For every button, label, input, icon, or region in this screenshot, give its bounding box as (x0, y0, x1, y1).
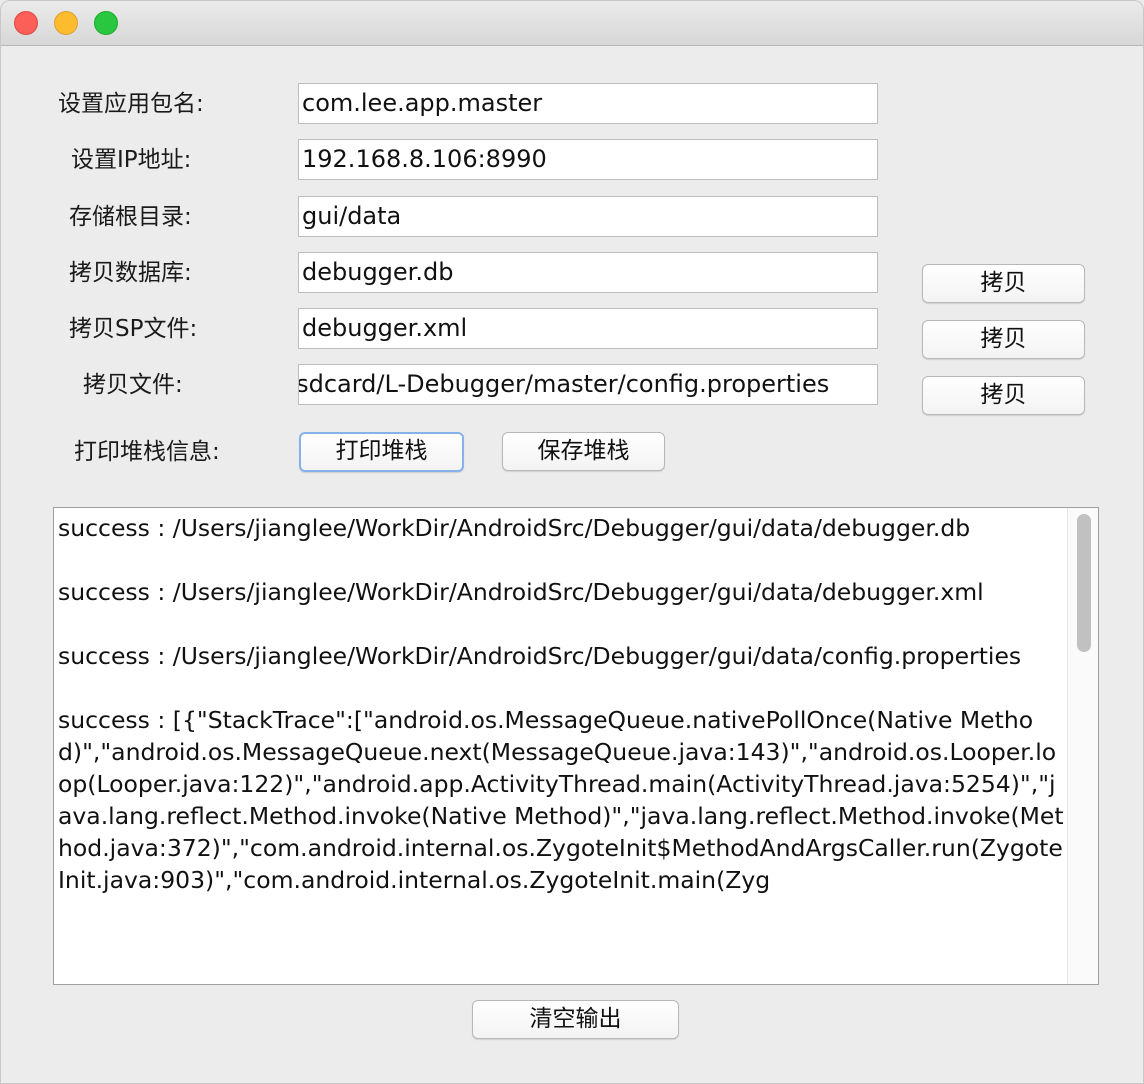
copy-db-button[interactable]: 拷贝 (922, 264, 1085, 303)
copy-db-field[interactable]: debugger.db (298, 252, 878, 293)
copy-file-label: 拷贝文件: (83, 372, 183, 398)
package-name-label: 设置应用包名: (58, 91, 204, 117)
print-stack-button[interactable]: 打印堆栈 (299, 432, 464, 472)
clear-output-button[interactable]: 清空输出 (472, 1000, 679, 1039)
close-window-button[interactable] (14, 11, 38, 35)
output-text: success : /Users/jianglee/WorkDir/Androi… (58, 514, 1064, 894)
save-stack-button[interactable]: 保存堆栈 (502, 432, 665, 471)
copy-file-button[interactable]: 拷贝 (922, 376, 1085, 415)
copy-sp-value: debugger.xml (302, 314, 468, 342)
copy-db-label: 拷贝数据库: (69, 260, 192, 286)
copy-sp-label: 拷贝SP文件: (69, 316, 198, 342)
ip-address-label: 设置IP地址: (71, 147, 192, 173)
root-dir-label: 存储根目录: (69, 204, 192, 230)
ip-address-value: 192.168.8.106:8990 (302, 145, 547, 173)
package-name-value: com.lee.app.master (302, 89, 543, 117)
app-window: 设置应用包名: com.lee.app.master 设置IP地址: 192.1… (0, 0, 1144, 1084)
output-scrollbar[interactable] (1067, 508, 1098, 984)
copy-file-value: /sdcard/L-Debugger/master/config.propert… (298, 370, 830, 398)
root-dir-field[interactable]: gui/data (298, 196, 878, 237)
stack-info-label: 打印堆栈信息: (74, 439, 220, 465)
copy-file-field[interactable]: /sdcard/L-Debugger/master/config.propert… (298, 364, 878, 405)
output-textarea[interactable]: success : /Users/jianglee/WorkDir/Androi… (53, 507, 1099, 985)
minimize-window-button[interactable] (54, 11, 78, 35)
zoom-window-button[interactable] (94, 11, 118, 35)
copy-db-value: debugger.db (302, 258, 454, 286)
ip-address-field[interactable]: 192.168.8.106:8990 (298, 139, 878, 180)
output-scroll-thumb[interactable] (1077, 514, 1091, 652)
copy-sp-button[interactable]: 拷贝 (922, 320, 1085, 359)
root-dir-value: gui/data (302, 202, 402, 230)
title-bar (1, 1, 1143, 46)
package-name-field[interactable]: com.lee.app.master (298, 83, 878, 124)
copy-sp-field[interactable]: debugger.xml (298, 308, 878, 349)
